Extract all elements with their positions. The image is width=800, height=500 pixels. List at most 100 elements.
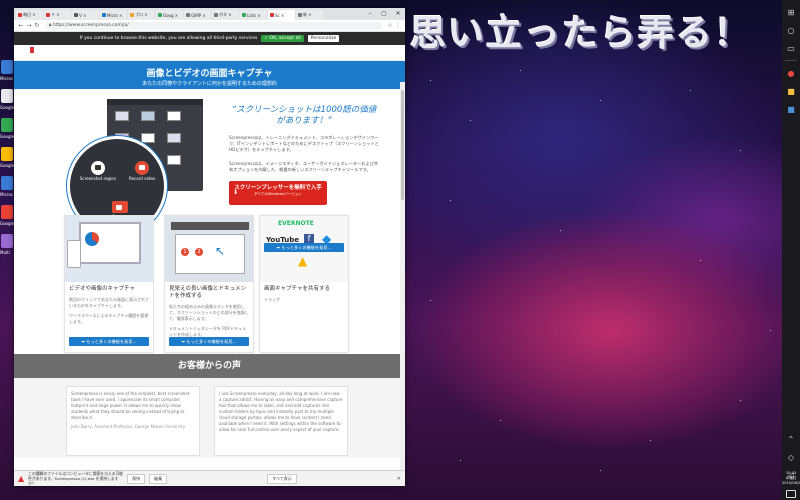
reload-icon[interactable]: ↻ (33, 22, 41, 29)
desktop-icon-label: Google (0, 134, 15, 139)
download-warning-text: この種類のファイルはコンピュータに損害を与える可能性があります。Screenpr… (28, 471, 123, 486)
desktop-icon-label: Micros (0, 192, 13, 197)
show-all-downloads-button[interactable]: すべて表示 (267, 473, 297, 484)
desktop-icon-label: Google (0, 105, 15, 110)
cta-main-label: スクリーンプレッサーを無料で入手 (234, 185, 322, 191)
google-drive-icon: ▲ (298, 254, 308, 268)
page-scrollbar[interactable] (400, 82, 405, 486)
download-warning-bar: ▲ この種類のファイルはコンピュータに損害を与える可能性があります。Screen… (14, 470, 405, 486)
tab-label: ボタ × (219, 12, 232, 17)
keep-button[interactable]: 保持 (127, 473, 146, 484)
tab-favicon (186, 13, 190, 17)
hero-quote: “スクリーンショットは1000語の価値があります！” (231, 105, 377, 126)
desktop-icon[interactable] (1, 234, 13, 248)
site-header (14, 45, 405, 61)
feature-card-edit: 1 2 ↖ 見栄えの良い画像とドキュメントを作成する 私たちの組み込みの画像エデ… (164, 215, 254, 353)
video-camera-glyph (139, 165, 145, 170)
browser-tab[interactable]: Micro × (100, 10, 127, 20)
discover-features-button[interactable]: ➦ もっと多くの機能を発見... (264, 243, 344, 252)
card-text: ドキュメントジェネレータを PDFドキュメントを作成します。 (169, 326, 247, 337)
capture-illustration (65, 216, 153, 282)
screenshot-region-label: Screenshot region (79, 176, 117, 181)
scrollbar-thumb[interactable] (401, 90, 404, 200)
minimize-icon[interactable]: – (363, 8, 377, 20)
card-title: ビデオや画像のキャプチャ (69, 286, 135, 292)
thumbnail (167, 111, 181, 121)
desktop-icon[interactable] (1, 89, 13, 103)
desktop-icon[interactable] (1, 147, 13, 161)
start-icon[interactable]: ⊞ (786, 8, 796, 18)
discover-features-button[interactable]: ➦ もっと多くの機能を発見... (69, 337, 149, 346)
close-icon[interactable]: ✕ (391, 8, 405, 20)
download-icon: ⬇ (233, 189, 239, 196)
browser-tab-active[interactable]: Sc × (268, 10, 295, 20)
desktop-icon[interactable] (1, 176, 13, 190)
taskbar-separator (785, 60, 797, 61)
forward-icon[interactable]: → (25, 22, 33, 29)
tab-label: Lists × (247, 12, 261, 18)
cookie-personalize-button[interactable]: Personalize (307, 35, 340, 42)
taskbar-clock[interactable]: 10:43 水曜日 2019/06/26 (782, 471, 800, 486)
card-text: ワークスペースによるキャプチャ履歴を管理します。 (69, 313, 149, 324)
app-icon[interactable]: ■ (786, 105, 796, 115)
video-camera-icon (135, 161, 149, 175)
chevron-up-icon[interactable]: ⌃ (786, 435, 796, 445)
thumbnail (141, 133, 155, 143)
address-bar[interactable]: 🔒︎ https://www.screenpresso.com/ja/ (45, 21, 382, 30)
bookmark-star-icon[interactable]: ☆ (386, 22, 394, 29)
discard-button[interactable]: 破棄 (149, 473, 168, 484)
illustration-toolbar (171, 222, 249, 230)
tab-favicon (18, 13, 22, 17)
search-icon[interactable]: ○ (786, 26, 796, 36)
testimonial-card: Screenpresso is easily one of the simple… (66, 386, 200, 456)
desktop-icon[interactable] (1, 205, 13, 219)
chrome-icon[interactable]: ● (786, 69, 796, 79)
card-title: 見栄えの良い画像とドキュメントを作成する (169, 286, 247, 299)
tab-label: GIMP × (191, 12, 206, 18)
testimonial-author: John Barry, Assistant Professor, George … (71, 424, 186, 429)
tab-label: 新 × (303, 12, 312, 17)
site-logo-fragment (30, 47, 34, 53)
browser-tab[interactable]: ボタ × (212, 10, 239, 20)
testimonials-title: お客様からの声 (14, 354, 405, 378)
browser-tab[interactable]: GIMP × (184, 10, 211, 20)
cookie-accept-button[interactable]: ✓ OK, accept all (261, 35, 304, 42)
number-marker-icon: 1 (181, 248, 189, 256)
thumbnail (167, 133, 181, 143)
desktop-icon-label: Google (0, 163, 15, 168)
desktop-icon[interactable] (1, 60, 13, 74)
camera-glyph (95, 165, 101, 170)
record-video-label: Record video (128, 176, 156, 181)
browser-tab[interactable]: Ｙ × (44, 10, 71, 20)
testimonials-section: Screenpresso is easily one of the simple… (14, 378, 405, 458)
tab-label: Sc × (275, 12, 285, 18)
menu-icon[interactable]: ⋮ (394, 22, 402, 29)
browser-tab[interactable]: 毎日 × (16, 10, 43, 20)
card-text: ドラッグ (264, 297, 280, 302)
task-view-icon[interactable]: ▭ (786, 44, 796, 54)
download-free-button[interactable]: ⬇ スクリーンプレッサーを無料で入手 すべてのWindowsバージョン (229, 181, 327, 205)
cookie-text: If you continue to browse this website, … (79, 36, 258, 41)
folder-icon[interactable]: ■ (786, 87, 796, 97)
testimonial-text: I use Screenpresso everyday, all day lon… (219, 391, 343, 432)
warning-icon: ▲ (18, 474, 25, 483)
browser-tab[interactable]: Ⅴ × (72, 10, 99, 20)
desktop-icon[interactable] (1, 118, 13, 132)
back-icon[interactable]: ← (17, 22, 25, 29)
arrow-icon: ↖ (215, 244, 226, 258)
browser-tab[interactable]: ブロ × (128, 10, 155, 20)
browser-tab[interactable]: Goog × (156, 10, 183, 20)
illustration-chart (85, 232, 99, 246)
browser-tab[interactable]: 新 × (296, 10, 323, 20)
evernote-logo: EVERNOTE (278, 220, 314, 227)
window-controls: – ▢ ✕ (363, 8, 405, 20)
maximize-icon[interactable]: ▢ (377, 8, 391, 20)
browser-tab[interactable]: Lists × (240, 10, 267, 20)
discover-features-button[interactable]: ➦ もっと多くの機能を発見... (169, 337, 249, 346)
notification-icon[interactable] (786, 490, 796, 498)
close-download-bar-icon[interactable]: ✕ (397, 476, 401, 482)
network-icon[interactable]: ◇ (786, 453, 796, 463)
thumbnail (141, 111, 155, 121)
hero-paragraph-2: Screenpressoは、イメージエディタ、ユーザーガイドジェネレーターおよび… (229, 161, 379, 172)
desktop-icon-label: Micros (0, 76, 13, 81)
